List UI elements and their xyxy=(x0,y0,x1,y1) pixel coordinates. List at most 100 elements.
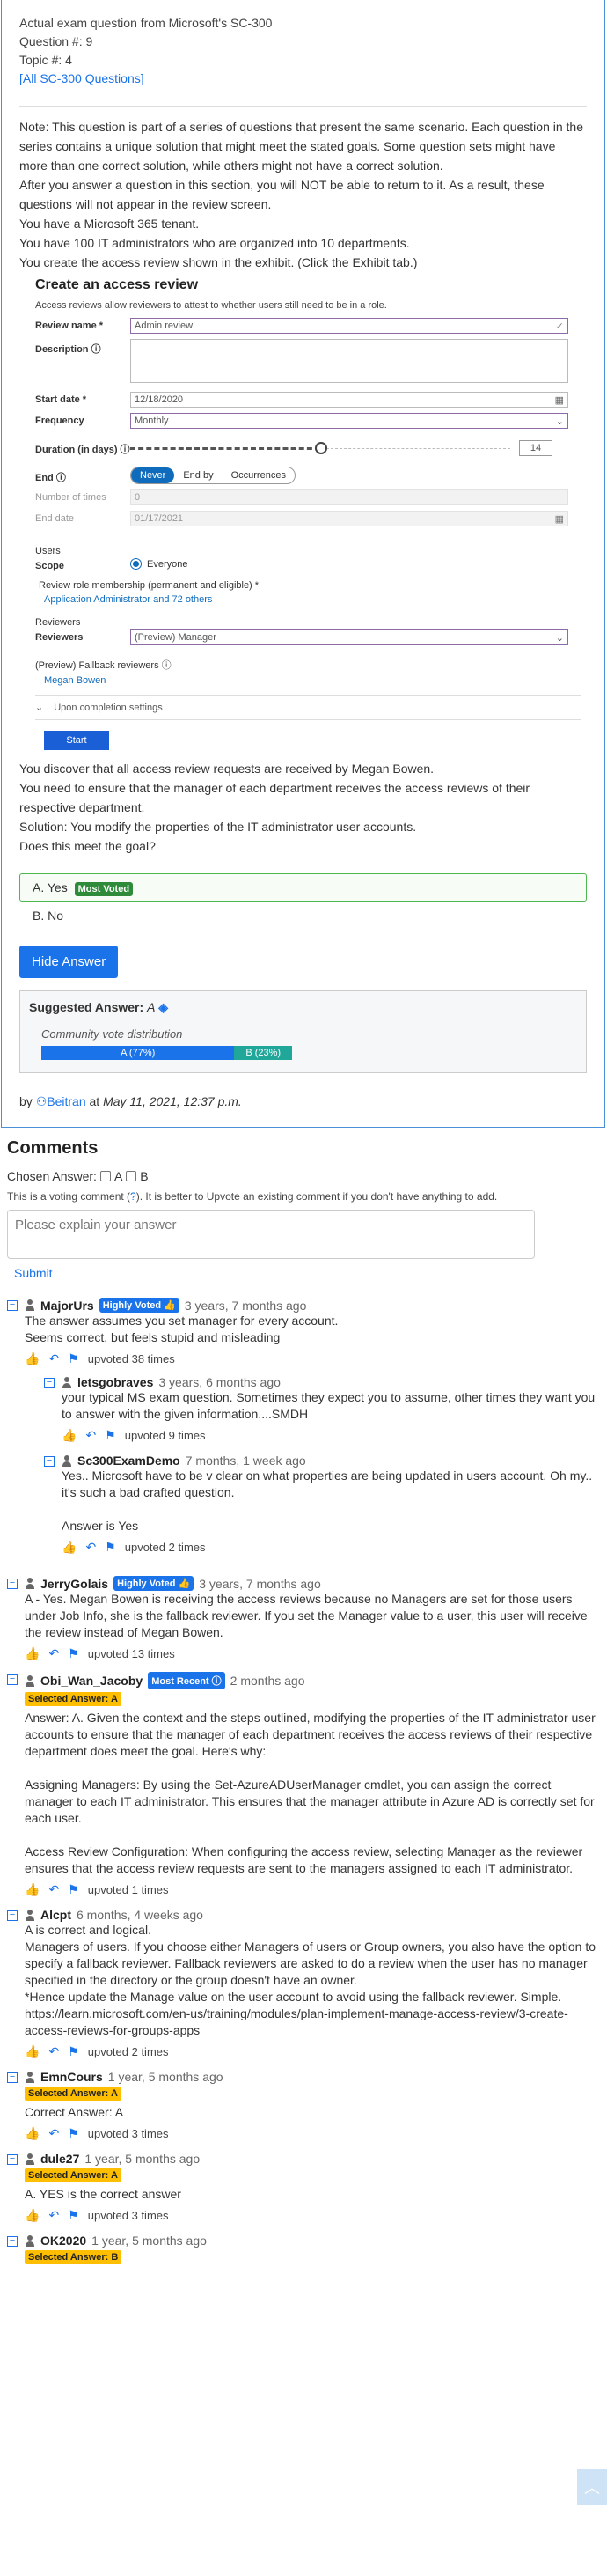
selected-answer-badge: Selected Answer: A xyxy=(25,2168,121,2182)
membership-link[interactable]: Application Administrator and 72 others xyxy=(44,594,581,605)
comment-text: your typical MS exam question. Sometimes… xyxy=(62,1389,600,1423)
all-questions-link[interactable]: [All SC-300 Questions] xyxy=(19,71,144,85)
collapse-icon[interactable]: − xyxy=(7,1674,18,1685)
collapse-icon[interactable]: − xyxy=(7,2236,18,2247)
comment-header: OK2020 1 year, 5 months ago xyxy=(25,2234,600,2248)
choice-b[interactable]: B. No xyxy=(19,902,587,930)
comment-author[interactable]: OK2020 xyxy=(40,2234,86,2248)
description-label: Description ⓘ xyxy=(35,344,101,355)
reply-icon[interactable]: ↶ xyxy=(48,2044,59,2059)
collapse-icon[interactable]: − xyxy=(44,1456,55,1467)
comment-author[interactable]: MajorUrs xyxy=(40,1299,94,1313)
description-field[interactable] xyxy=(130,339,568,383)
thumbs-up-icon[interactable]: 👍 xyxy=(25,2044,40,2059)
reply-icon[interactable]: ↶ xyxy=(48,1646,59,1661)
thumbs-up-icon[interactable]: 👍 xyxy=(25,2126,40,2141)
collapse-icon[interactable]: − xyxy=(44,1378,55,1388)
flag-icon[interactable]: ⚑ xyxy=(68,2208,79,2223)
suggested-answer-box: Suggested Answer: A ◈ Community vote dis… xyxy=(19,990,587,1073)
calendar-icon: ▦ xyxy=(554,394,564,406)
choice-a[interactable]: A. Yes Most Voted xyxy=(19,873,587,902)
comment-author[interactable]: JerryGolais xyxy=(40,1577,108,1591)
flag-icon[interactable]: ⚑ xyxy=(105,1540,116,1555)
option-b-checkbox[interactable] xyxy=(126,1171,137,1181)
flag-icon[interactable]: ⚑ xyxy=(105,1428,116,1443)
comment-time: 3 years, 7 months ago xyxy=(199,1576,321,1591)
start-date-label: Start date * xyxy=(35,394,87,405)
start-date-field[interactable]: 12/18/2020 ▦ xyxy=(130,392,568,408)
comment-textarea[interactable]: Please explain your answer xyxy=(7,1210,535,1259)
completion-settings-toggle[interactable]: ⌄ Upon completion settings xyxy=(35,695,581,720)
comment-author[interactable]: Alcpt xyxy=(40,1908,71,1922)
fallback-reviewer-link[interactable]: Megan Bowen xyxy=(44,675,581,686)
comment-author[interactable]: dule27 xyxy=(40,2152,79,2166)
collapse-icon[interactable]: − xyxy=(7,2154,18,2165)
comment-actions: 👍 ↶ ⚑ upvoted 2 times xyxy=(25,2044,600,2059)
flag-icon[interactable]: ⚑ xyxy=(68,1646,79,1661)
reply-icon[interactable]: ↶ xyxy=(48,1351,59,1366)
submit-button[interactable]: Submit xyxy=(14,1266,600,1280)
user-avatar-icon xyxy=(25,1674,35,1687)
question-paragraph: You create the access review shown in th… xyxy=(19,255,418,269)
end-option-end-by[interactable]: End by xyxy=(174,467,222,483)
comment-author[interactable]: EmnCours xyxy=(40,2070,103,2084)
author-link[interactable]: Beitran xyxy=(47,1094,85,1108)
comment-paragraph: *Hence update the Manage value on the us… xyxy=(25,1990,562,2004)
flag-icon[interactable]: ⚑ xyxy=(68,2044,79,2059)
reply-icon[interactable]: ↶ xyxy=(48,2208,59,2223)
flag-icon[interactable]: ⚑ xyxy=(68,1882,79,1897)
thumbs-up-icon[interactable]: 👍 xyxy=(25,2208,40,2223)
comment-header: dule27 1 year, 5 months ago xyxy=(25,2152,600,2166)
flag-icon[interactable]: ⚑ xyxy=(68,2126,79,2141)
thumbs-up-icon[interactable]: 👍 xyxy=(62,1540,77,1555)
comment-author[interactable]: Sc300ExamDemo xyxy=(77,1454,180,1468)
flag-icon[interactable]: ⚑ xyxy=(68,1351,79,1366)
byline: by ⚇Beitran at May 11, 2021, 12:37 p.m. xyxy=(19,1094,242,1108)
chevron-up-icon: ︿ xyxy=(584,2479,600,2497)
vote-bar-a: A (77%) xyxy=(41,1046,235,1060)
comment-author[interactable]: letsgobraves xyxy=(77,1375,153,1389)
reply-icon[interactable]: ↶ xyxy=(85,1428,96,1443)
thumbs-up-icon[interactable]: 👍 xyxy=(25,1351,40,1366)
comment-text: The answer assumes you set manager for e… xyxy=(25,1313,600,1346)
comment: − Obi_Wan_Jacoby Most Recent ⓘ 2 months ago… xyxy=(7,1672,600,1897)
comment-time: 3 years, 7 months ago xyxy=(184,1298,307,1313)
end-toggle[interactable]: Never End by Occurrences xyxy=(130,467,296,484)
exhibit-access-review: Create an access review Access reviews a… xyxy=(35,277,581,750)
slider-thumb[interactable] xyxy=(315,441,327,454)
voting-help-link[interactable]: ? xyxy=(130,1190,136,1203)
back-to-top-button[interactable]: ︿ xyxy=(577,2469,607,2505)
reviewers-heading: Reviewers xyxy=(35,617,81,628)
collapse-icon[interactable]: − xyxy=(7,1300,18,1311)
thumbs-up-icon[interactable]: 👍 xyxy=(25,1646,40,1661)
question-paragraph: Solution: You modify the properties of t… xyxy=(19,820,417,834)
reply-icon[interactable]: ↶ xyxy=(85,1540,96,1555)
collapse-icon[interactable]: − xyxy=(7,1910,18,1921)
thumbs-up-icon[interactable]: 👍 xyxy=(25,1882,40,1897)
number-of-times-field: 0 xyxy=(130,489,568,505)
comment-paragraph: https://learn.microsoft.com/en-us/traini… xyxy=(25,2006,568,2037)
exam-title: Actual exam question from Microsoft's SC… xyxy=(19,16,273,30)
duration-value[interactable]: 14 xyxy=(519,439,552,456)
duration-slider[interactable] xyxy=(130,440,510,456)
reply-icon[interactable]: ↶ xyxy=(48,1882,59,1897)
reply-icon[interactable]: ↶ xyxy=(48,2126,59,2141)
chosen-answer: Chosen Answer: A B xyxy=(7,1169,149,1183)
option-a-checkbox[interactable] xyxy=(99,1171,111,1181)
comment-time: 1 year, 5 months ago xyxy=(84,2152,201,2166)
thumbs-up-icon[interactable]: 👍 xyxy=(62,1428,77,1443)
frequency-select[interactable]: Monthly ⌄ xyxy=(130,413,568,429)
reviewers-select[interactable]: (Preview) Manager ⌄ xyxy=(130,629,568,645)
fallback-label: (Preview) Fallback reviewers ⓘ xyxy=(35,660,172,671)
collapse-icon[interactable]: − xyxy=(7,1579,18,1589)
end-option-occurrences[interactable]: Occurrences xyxy=(223,467,295,483)
review-name-field[interactable]: Admin review ✓ xyxy=(130,318,568,334)
comment-paragraph: A - Yes. Megan Bowen is receiving the ac… xyxy=(25,1592,588,1639)
start-button[interactable]: Start xyxy=(44,731,109,750)
comment-author[interactable]: Obi_Wan_Jacoby xyxy=(40,1674,143,1688)
end-option-never[interactable]: Never xyxy=(131,467,175,483)
collapse-icon[interactable]: − xyxy=(7,2072,18,2083)
end-date-label: End date xyxy=(35,513,75,524)
hide-answer-button[interactable]: Hide Answer xyxy=(19,946,119,978)
scope-everyone-radio[interactable]: Everyone xyxy=(130,558,187,570)
